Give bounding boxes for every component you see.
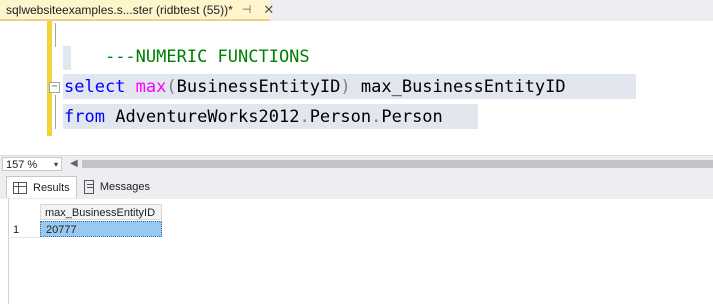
paren-open: ( [166, 77, 177, 97]
tab-messages-label: Messages [99, 181, 150, 193]
grid-cell[interactable]: 20777 [40, 221, 162, 237]
selection-highlight [63, 46, 71, 70]
zoom-bar: 157 % ▾ ◀ [0, 155, 713, 173]
document-tab-strip: sqlwebsiteexamples.s...ster (ridbtest (5… [0, 0, 713, 21]
grid-icon [13, 181, 27, 194]
column-alias: max_BusinessEntityID [350, 77, 566, 97]
function-max: max [135, 77, 167, 97]
change-tracking-bar [47, 21, 52, 136]
tab-results[interactable]: Results [6, 176, 77, 198]
pin-icon[interactable]: ⊣ [242, 3, 252, 16]
collapse-icon[interactable]: − [49, 82, 60, 93]
query-document-tab[interactable]: sqlwebsiteexamples.s...ster (ridbtest (5… [0, 0, 274, 21]
keyword-select: select [64, 77, 126, 97]
paren-close: ) [340, 77, 351, 97]
results-grid[interactable]: max_BusinessEntityID 1 20777 [0, 199, 713, 304]
column-arg: BusinessEntityID [176, 77, 341, 97]
chevron-down-icon: ▾ [53, 160, 58, 169]
scroll-left-icon[interactable]: ◀ [70, 158, 78, 169]
row-number[interactable]: 1 [13, 224, 19, 236]
grid-divider [8, 199, 9, 304]
row-divider [10, 237, 40, 238]
dot-separator: . [371, 107, 382, 127]
table-name: Person [381, 107, 443, 127]
horizontal-scrollbar-thumb[interactable] [82, 160, 713, 168]
query-editor[interactable]: − ---NUMERIC FUNCTIONS select max(Busine… [0, 21, 713, 155]
zoom-dropdown[interactable]: 157 % ▾ [2, 157, 62, 171]
outline-guide [55, 95, 56, 129]
messages-icon [84, 180, 94, 194]
sql-comment: ---NUMERIC FUNCTIONS [104, 47, 310, 67]
tab-results-label: Results [33, 181, 70, 194]
keyword-from: from [64, 107, 105, 127]
code-line-from[interactable]: from AdventureWorks2012.Person.Person [64, 106, 443, 128]
query-tab-title: sqlwebsiteexamples.s...ster (ridbtest (5… [6, 2, 233, 17]
code-line-select[interactable]: select max(BusinessEntityID) max_Busines… [64, 76, 566, 98]
zoom-value: 157 % [6, 159, 38, 171]
database-name: AdventureWorks2012 [115, 107, 300, 127]
results-tab-strip: Results Messages [0, 173, 713, 199]
outline-guide [55, 23, 56, 47]
schema-name: Person [309, 107, 372, 127]
close-icon[interactable]: ✕ [263, 2, 274, 18]
column-header[interactable]: max_BusinessEntityID [40, 204, 162, 220]
tab-messages[interactable]: Messages [78, 176, 156, 198]
dot-separator: . [299, 107, 310, 127]
